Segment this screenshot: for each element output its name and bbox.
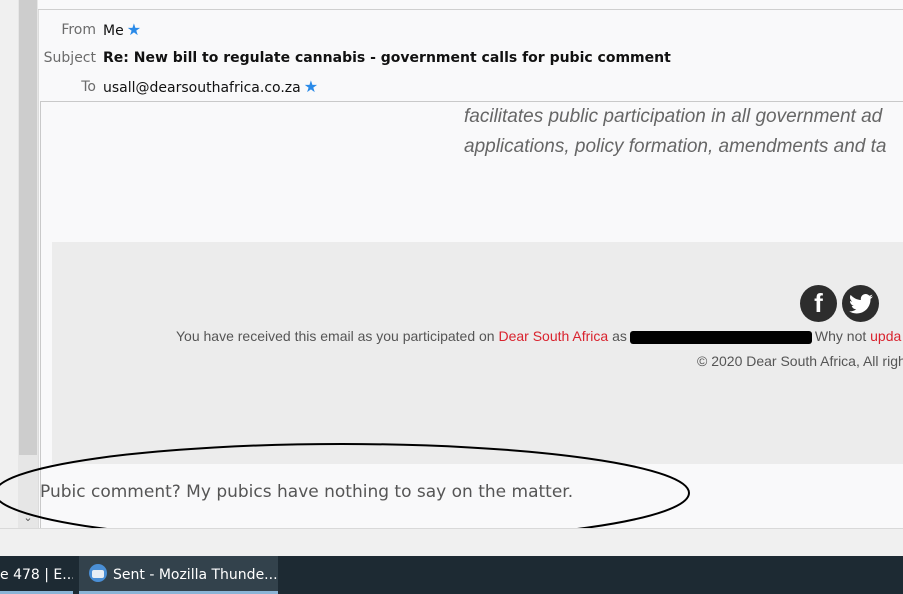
redacted-email (629, 330, 812, 344)
taskbar-item-thunderbird[interactable]: Sent - Mozilla Thunde... (79, 556, 278, 594)
subject-row: Subject Re: New bill to regulate cannabi… (38, 47, 903, 69)
dear-south-africa-link[interactable]: Dear South Africa (498, 328, 608, 344)
to-value[interactable]: usall@dearsouthafrica.co.za ★ (103, 76, 318, 99)
star-icon[interactable]: ★ (304, 77, 318, 96)
social-links: f (800, 285, 880, 322)
from-label: From (61, 22, 96, 38)
footer-why: Why not (814, 328, 867, 344)
taskbar-item-browser[interactable]: e 478 | E... (0, 556, 73, 594)
star-icon[interactable]: ★ (127, 20, 141, 39)
footer-text: You have received this email as you part… (176, 328, 495, 344)
twitter-icon[interactable] (842, 285, 880, 322)
header-divider (38, 0, 903, 10)
windows-taskbar: e 478 | E... Sent - Mozilla Thunde... (0, 556, 903, 594)
to-label: To (81, 79, 96, 95)
taskbar-item-label: Sent - Mozilla Thunde... (113, 567, 278, 583)
copyright-text: © 2020 Dear South Africa, All righ (697, 353, 903, 369)
from-address[interactable]: Me (103, 23, 124, 39)
facebook-icon[interactable]: f (800, 285, 837, 322)
from-row: From Me ★ (38, 19, 903, 41)
status-bar (0, 528, 903, 557)
taskbar-item-label: e 478 | E... (0, 567, 73, 583)
thunderbird-icon (89, 564, 107, 582)
quoted-line-1: facilitates public participation in all … (464, 106, 883, 127)
subject-label: Subject (43, 50, 96, 66)
quoted-line-2: applications, policy formation, amendmen… (464, 136, 887, 157)
to-address[interactable]: usall@dearsouthafrica.co.za (103, 80, 301, 96)
footer-as: as (612, 328, 627, 344)
folder-pane-scroll-thumb[interactable] (19, 0, 37, 455)
quoted-text: facilitates public participation in all … (464, 102, 903, 162)
footer-notice: You have received this email as you part… (176, 328, 901, 344)
newsletter-footer: f You have received this email as you pa… (52, 242, 903, 464)
from-value[interactable]: Me ★ (103, 19, 141, 42)
update-link[interactable]: upda (870, 328, 901, 344)
to-row: To usall@dearsouthafrica.co.za ★ (38, 76, 903, 98)
subject-value: Re: New bill to regulate cannabis - gove… (103, 50, 671, 66)
